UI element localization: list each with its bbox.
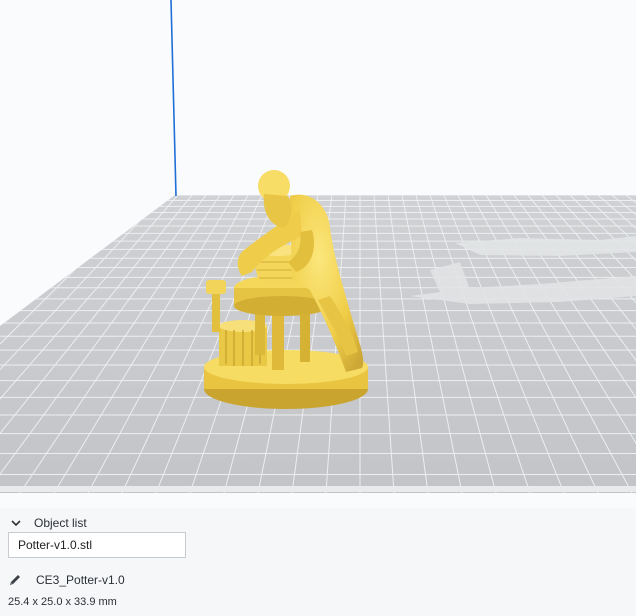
- build-volume-scene: [0, 0, 636, 493]
- object-file-name: Potter-v1.0.stl: [18, 538, 93, 552]
- plate-front-edge: [0, 486, 636, 492]
- job-name[interactable]: CE3_Potter-v1.0: [36, 573, 125, 587]
- pencil-icon[interactable]: [8, 573, 22, 587]
- build-volume-edge: [170, 0, 177, 197]
- object-list-toggle[interactable]: Object list: [10, 514, 87, 532]
- object-list-panel: Object list Potter-v1.0.stl CE3_Potter-v…: [0, 508, 636, 616]
- job-name-row: CE3_Potter-v1.0: [8, 572, 125, 588]
- 3d-viewport[interactable]: [0, 0, 636, 508]
- chevron-down-icon[interactable]: [10, 517, 22, 529]
- object-file-item[interactable]: Potter-v1.0.stl: [8, 532, 186, 558]
- object-list-label: Object list: [34, 516, 87, 530]
- model-dimensions: 25.4 x 25.0 x 33.9 mm: [8, 596, 117, 608]
